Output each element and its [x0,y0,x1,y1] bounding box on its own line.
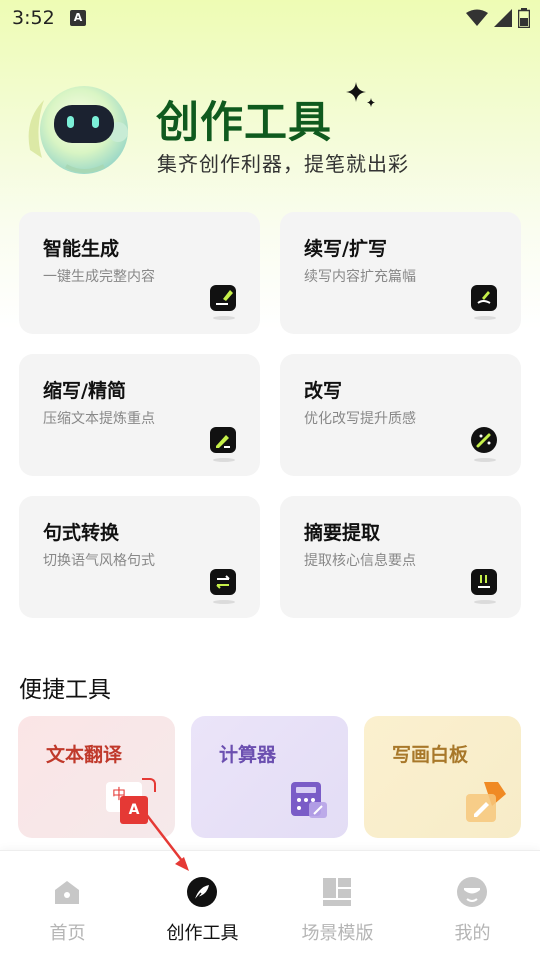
tool-card-whiteboard[interactable]: 写画白板 [364,716,521,838]
nav-label: 创作工具 [166,923,239,944]
feature-card-smart-generate[interactable]: 智能生成 一键生成完整内容 [19,212,260,334]
magic-wand-icon [471,427,497,453]
robot-mascot-image [22,80,132,180]
feature-card-sentence-convert[interactable]: 句式转换 切换语气风格句式 [19,496,260,618]
whiteboard-icon [466,782,506,822]
signal-icon [494,9,512,27]
card-title: 摘要提取 [304,522,381,544]
section-title-quick-tools: 便捷工具 [19,677,111,703]
continue-write-icon [471,285,497,311]
card-title: 智能生成 [43,238,120,260]
template-grid-icon [323,878,351,906]
nav-label: 场景模版 [301,923,374,944]
tool-label: 写画白板 [392,744,469,766]
nav-label: 首页 [49,923,86,944]
translate-icon-target-char: A [120,796,148,824]
sparkle-icon [346,82,375,107]
edit-pencil-icon [210,285,236,311]
profile-icon [457,877,487,907]
card-title: 句式转换 [43,522,120,544]
nav-item-home[interactable]: 首页 [0,851,135,960]
shorten-icon [210,427,236,453]
card-description: 提取核心信息要点 [304,553,416,569]
feature-card-summary[interactable]: 摘要提取 提取核心信息要点 [280,496,521,618]
translate-icon: 中 A [102,778,162,828]
card-title: 缩写/精简 [43,380,126,402]
page-subtitle: 集齐创作利器，提笔就出彩 [157,152,409,176]
status-icons [466,8,530,28]
icon-shadow [213,600,235,604]
card-description: 切换语气风格句式 [43,553,155,569]
card-description: 优化改写提升质感 [304,411,416,427]
nav-item-profile[interactable]: 我的 [405,851,540,960]
summary-icon [471,569,497,595]
home-icon [55,881,79,904]
tool-card-calculator[interactable]: 计算器 [191,716,348,838]
feature-card-continue-write[interactable]: 续写/扩写 续写内容扩充篇幅 [280,212,521,334]
icon-shadow [213,316,235,320]
feature-card-shorten[interactable]: 缩写/精简 压缩文本提炼重点 [19,354,260,476]
icon-shadow [474,600,496,604]
battery-icon [518,8,530,28]
tool-label: 计算器 [219,744,277,766]
swap-arrows-icon [210,569,236,595]
wifi-icon [466,9,488,26]
bottom-navigation-bar: 首页 创作工具 场景模版 我的 [0,850,540,960]
icon-shadow [213,458,235,462]
status-bar: 3:52 A [0,0,540,38]
card-description: 压缩文本提炼重点 [43,411,155,427]
tool-card-translate[interactable]: 文本翻译 中 A [18,716,175,838]
nav-label: 我的 [454,923,491,944]
feather-icon [187,877,217,907]
feature-card-rewrite[interactable]: 改写 优化改写提升质感 [280,354,521,476]
card-description: 一键生成完整内容 [43,269,155,285]
icon-shadow [474,458,496,462]
card-title: 改写 [304,380,343,402]
page-title: 创作工具 [156,98,332,148]
card-description: 续写内容扩充篇幅 [304,269,416,285]
notification-icon: A [70,10,86,26]
nav-item-scene-templates[interactable]: 场景模版 [270,851,405,960]
nav-item-creation-tools[interactable]: 创作工具 [135,851,270,960]
status-time: 3:52 [12,7,55,29]
card-title: 续写/扩写 [304,238,387,260]
tool-label: 文本翻译 [46,744,123,766]
icon-shadow [474,316,496,320]
calculator-icon [291,782,327,818]
